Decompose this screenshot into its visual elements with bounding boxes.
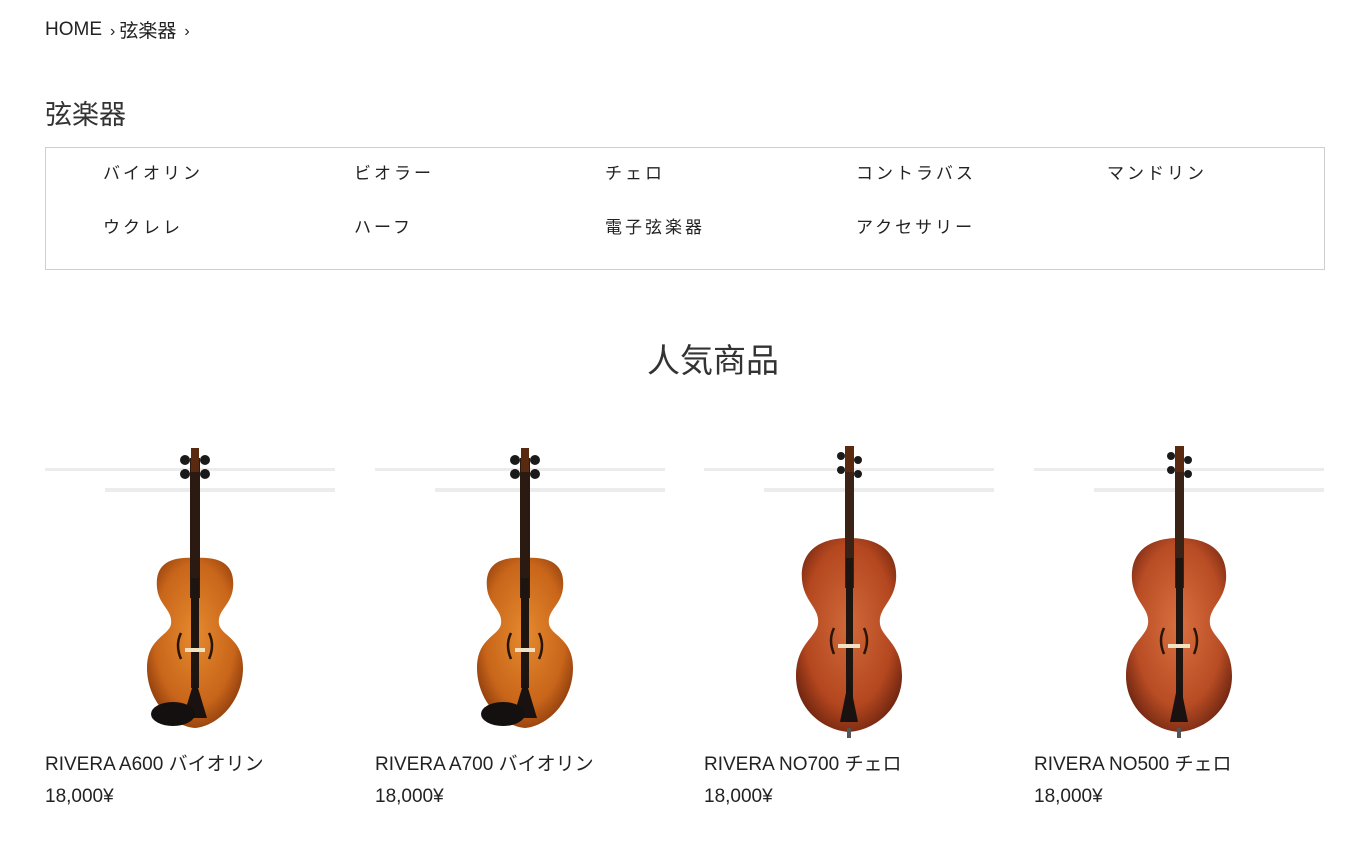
subcategory-link-mandolin[interactable]: マンドリン	[1107, 162, 1358, 186]
breadcrumb-separator: ›	[110, 22, 116, 40]
product-image-link[interactable]	[375, 438, 675, 738]
breadcrumb-category-link[interactable]: 弦楽器	[119, 16, 176, 43]
product-image-link[interactable]	[704, 438, 1004, 738]
subcategory-link-accessories[interactable]: アクセサリー	[856, 216, 1107, 240]
subcategory-link-cello[interactable]: チェロ	[605, 162, 856, 186]
violin-image	[477, 448, 573, 728]
product-image-link[interactable]	[45, 438, 345, 738]
breadcrumb-separator: ›	[184, 22, 190, 40]
breadcrumb-home-link[interactable]: HOME	[45, 19, 102, 41]
subcategory-link-harp[interactable]: ハーフ	[354, 216, 605, 240]
product-card: RIVERA A600 バイオリン 18,000¥	[45, 438, 345, 807]
subcategory-panel: バイオリン ビオラー チェロ コントラバス マンドリン ウクレレ ハーフ 電子弦…	[45, 147, 1325, 270]
product-name[interactable]: RIVERA NO500 チェロ	[1034, 749, 1231, 776]
product-name[interactable]: RIVERA A700 バイオリン	[375, 749, 594, 776]
product-image-link[interactable]	[1034, 438, 1334, 738]
subcategory-link-violin[interactable]: バイオリン	[103, 162, 354, 186]
product-price: 18,000¥	[375, 786, 444, 807]
violin-image	[147, 448, 243, 728]
product-price: 18,000¥	[45, 786, 114, 807]
breadcrumb: HOME › 弦楽器 ›	[45, 16, 194, 43]
product-price: 18,000¥	[704, 786, 773, 807]
page-title: 弦楽器	[45, 100, 126, 130]
subcategory-link-ukulele[interactable]: ウクレレ	[103, 216, 354, 240]
product-name[interactable]: RIVERA NO700 チェロ	[704, 749, 901, 776]
subcategory-link-electric-strings[interactable]: 電子弦楽器	[605, 216, 856, 240]
product-card: RIVERA A700 バイオリン 18,000¥	[375, 438, 675, 807]
subcategory-link-contrabass[interactable]: コントラバス	[856, 162, 1107, 186]
subcategory-link-viola[interactable]: ビオラー	[354, 162, 605, 186]
product-price: 18,000¥	[1034, 786, 1103, 807]
subcategory-grid: バイオリン ビオラー チェロ コントラバス マンドリン ウクレレ ハーフ 電子弦…	[103, 162, 1358, 270]
cello-image	[796, 446, 902, 738]
cello-image	[1126, 446, 1232, 738]
section-title-popular: 人気商品	[647, 342, 779, 379]
product-card: RIVERA NO500 チェロ 18,000¥	[1034, 438, 1334, 807]
product-name[interactable]: RIVERA A600 バイオリン	[45, 749, 264, 776]
product-card: RIVERA NO700 チェロ 18,000¥	[704, 438, 1004, 807]
